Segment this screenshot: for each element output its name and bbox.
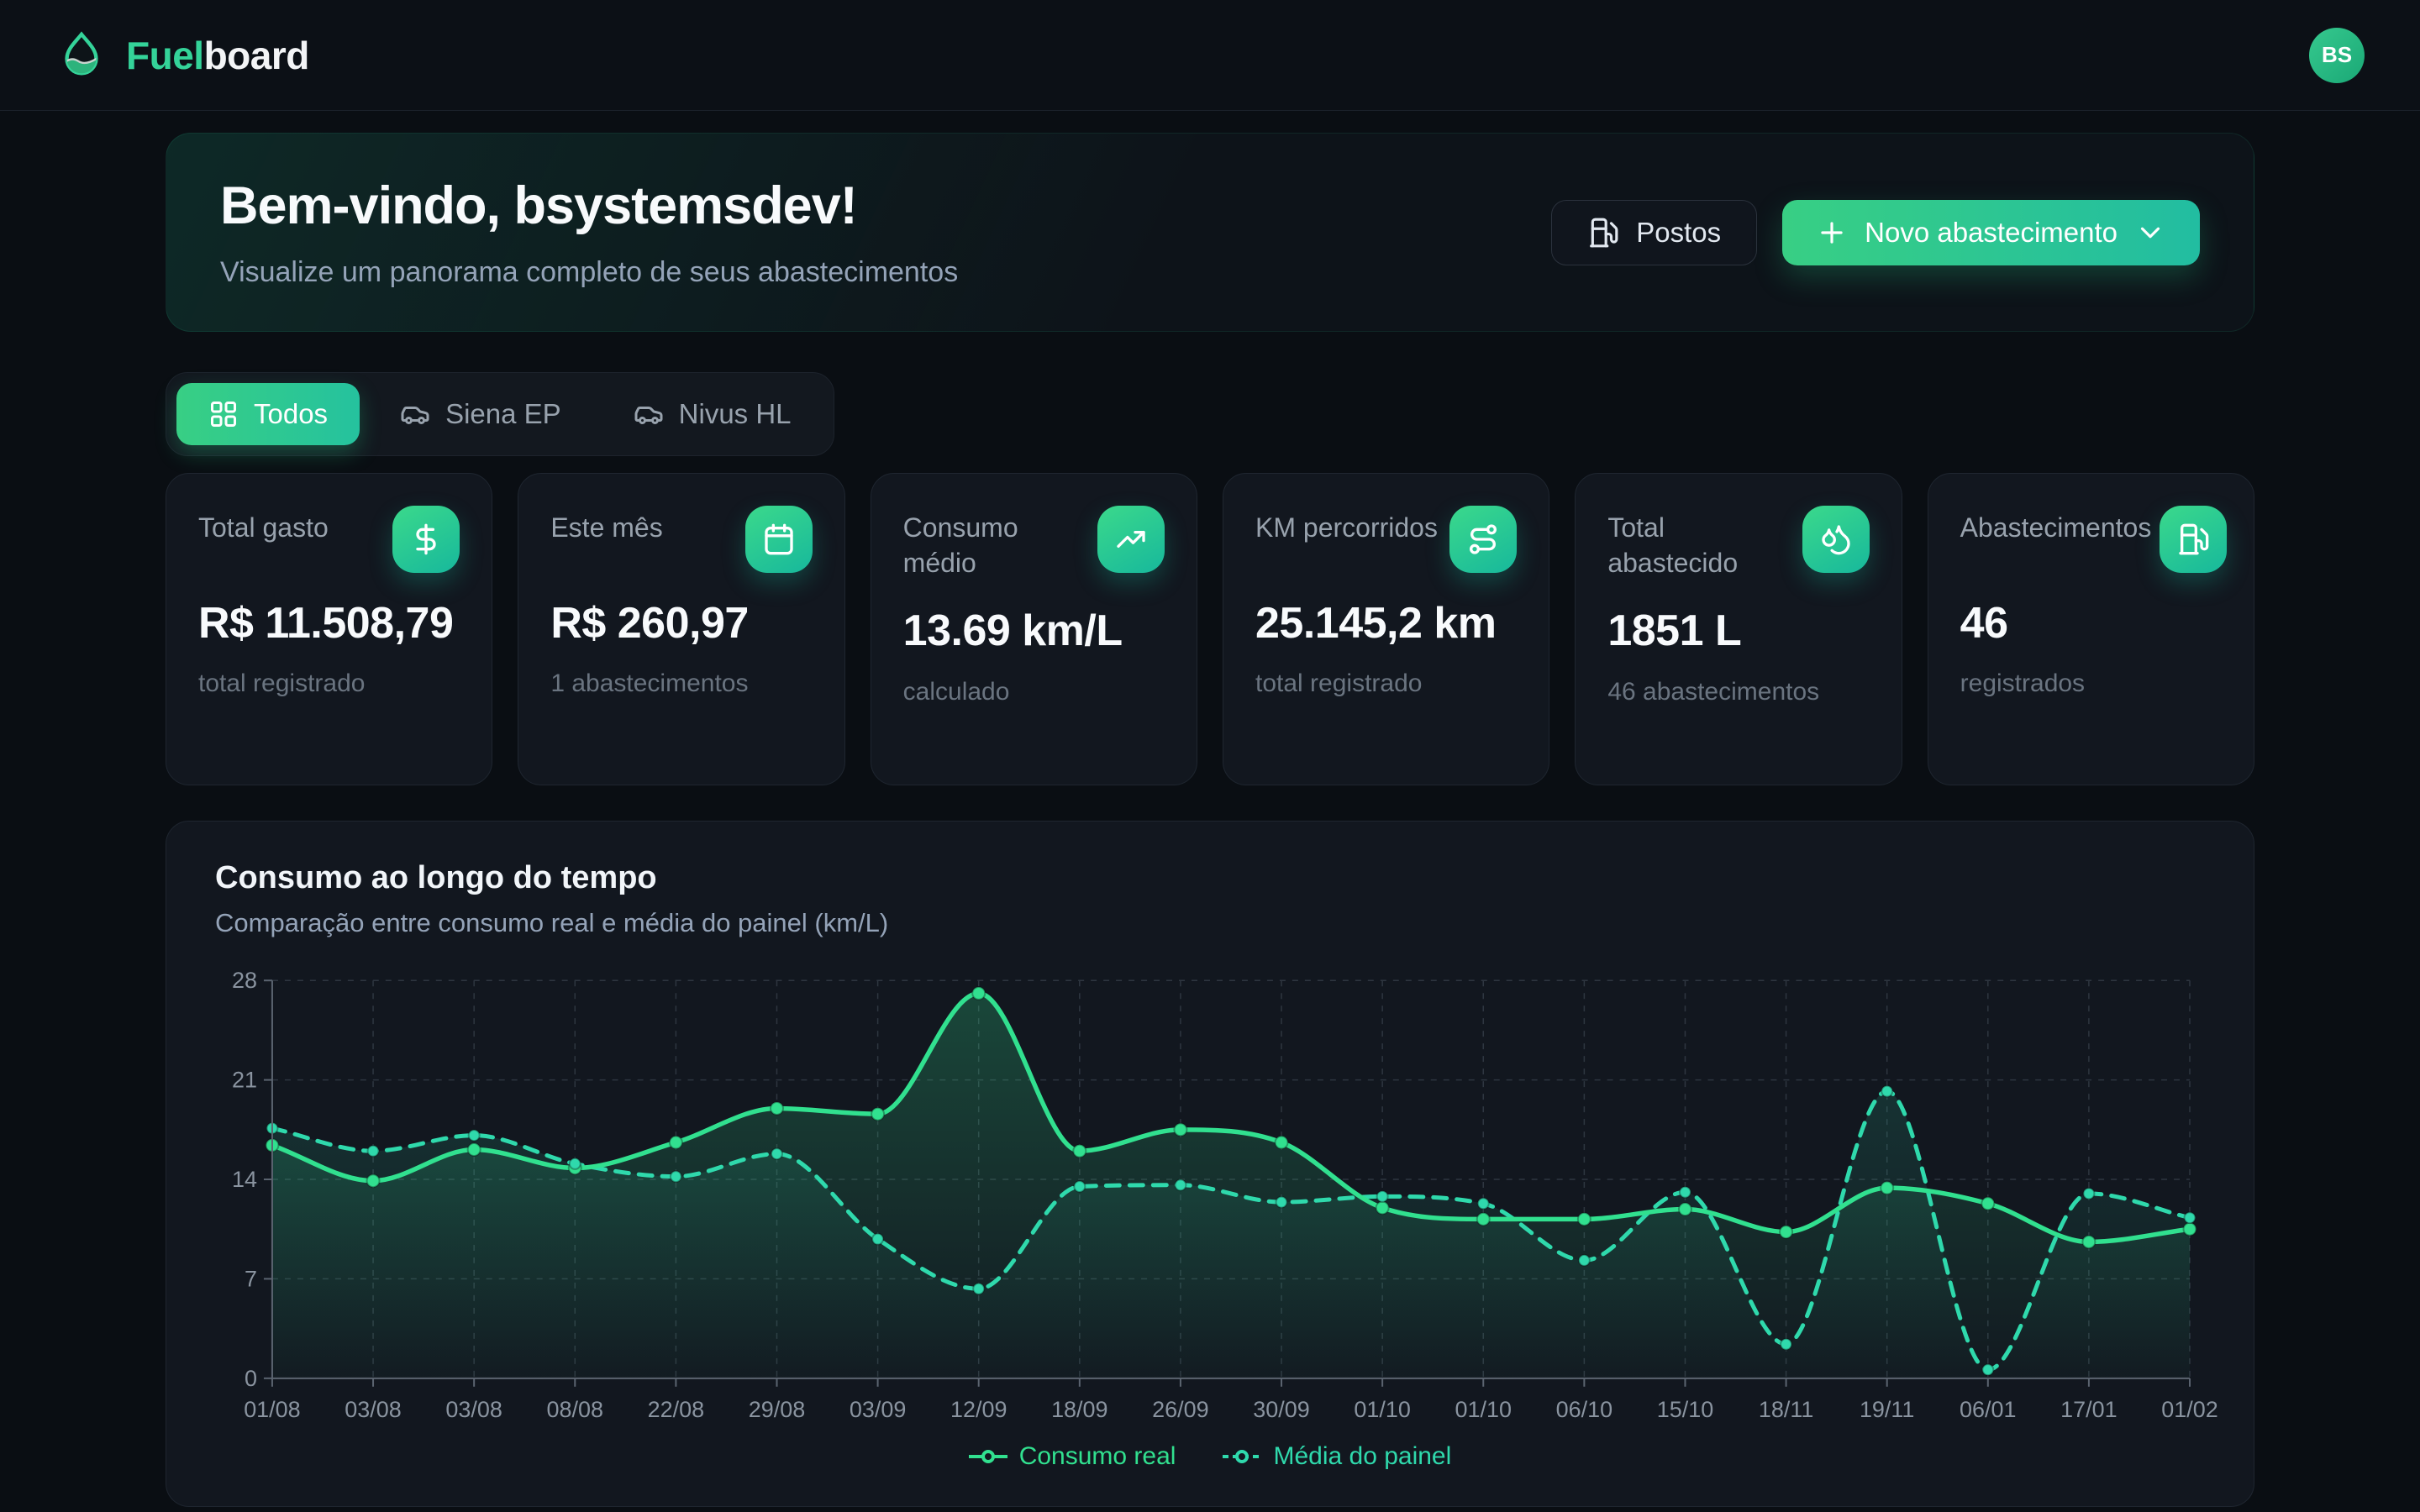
stats-row: Total gasto R$ 11.508,79 total registrad… [166,473,2254,785]
svg-text:08/08: 08/08 [547,1397,604,1422]
stat-title: Abastecimentos [1960,506,2152,546]
welcome-subtitle: Visualize um panorama completo de seus a… [220,256,958,289]
legend-label: Média do painel [1273,1442,1451,1471]
svg-text:0: 0 [245,1366,257,1391]
svg-text:14: 14 [232,1167,257,1192]
svg-text:03/08: 03/08 [445,1397,502,1422]
chart-title: Consumo ao longo do tempo [215,860,2205,896]
stat-card-consumo-medio: Consumo médio 13.69 km/L calculado [871,473,1197,785]
svg-text:21: 21 [232,1068,257,1093]
tab-nivus-hl[interactable]: Nivus HL [602,383,823,445]
stat-card-abastecimentos: Abastecimentos 46 registrados [1928,473,2254,785]
stat-title: Consumo médio [903,506,1089,580]
dollar-sign-icon [392,506,460,573]
main-content: Bem-vindo, bsystemsdev! Visualize um pan… [166,133,2254,1507]
droplets-icon [1802,506,1870,573]
legend-label: Consumo real [1019,1442,1176,1471]
svg-text:19/11: 19/11 [1860,1397,1915,1422]
svg-text:18/11: 18/11 [1759,1397,1814,1422]
fuel-pump-icon [1587,217,1619,249]
tab-label: Todos [254,398,328,430]
stat-title: Total abastecido [1607,506,1793,580]
stat-value: R$ 11.508,79 [198,598,460,649]
trending-up-icon [1097,506,1165,573]
svg-text:01/08: 01/08 [244,1397,300,1422]
new-refuel-button[interactable]: Novo abastecimento [1782,200,2200,265]
stat-card-km-percorridos: KM percorridos 25.145,2 km total registr… [1223,473,1549,785]
banner-actions: Postos Novo abastecimento [1551,200,2200,265]
stat-subtext: calculado [903,678,1165,706]
svg-text:06/10: 06/10 [1556,1397,1613,1422]
app-logo[interactable]: Fuelboard [55,29,309,81]
welcome-title: Bem-vindo, bsystemsdev! [220,176,958,236]
stat-title: Este mês [550,506,662,546]
svg-text:28: 28 [232,968,257,993]
svg-text:01/10: 01/10 [1455,1397,1512,1422]
legend-item-media-painel: Média do painel [1223,1442,1451,1471]
stat-value: 13.69 km/L [903,606,1165,657]
tab-label: Nivus HL [679,398,792,430]
stat-value: 1851 L [1607,606,1869,657]
droplet-icon [55,29,108,81]
chart-legend: Consumo real Média do painel [215,1442,2205,1471]
chart-plot-area: 0 7 14 21 28 01/08 03/08 03/08 08/08 22/08 29/08 03… [215,963,2205,1431]
car-icon [400,399,430,429]
svg-text:22/08: 22/08 [648,1397,705,1422]
route-icon [1449,506,1517,573]
consumption-line-chart: 0 7 14 21 28 01/08 03/08 03/08 08/08 22/08 29/08 03… [215,963,2205,1431]
stat-subtext: total registrado [1255,669,1517,698]
svg-text:03/08: 03/08 [345,1397,402,1422]
svg-text:26/09: 26/09 [1152,1397,1209,1422]
stat-subtext: 1 abastecimentos [550,669,812,698]
tab-label: Siena EP [445,398,561,430]
postos-button-label: Postos [1636,217,1721,249]
svg-text:03/09: 03/09 [850,1397,907,1422]
svg-text:12/09: 12/09 [950,1397,1007,1422]
chart-subtitle: Comparação entre consumo real e média do… [215,908,2205,938]
stat-title: Total gasto [198,506,329,546]
svg-text:15/10: 15/10 [1657,1397,1714,1422]
consumption-chart-card: Consumo ao longo do tempo Comparação ent… [166,821,2254,1507]
svg-text:01/02: 01/02 [2161,1397,2217,1422]
chevron-down-icon [2134,217,2166,249]
svg-text:29/08: 29/08 [749,1397,806,1422]
stat-subtext: 46 abastecimentos [1607,678,1869,706]
car-icon [634,399,664,429]
plus-icon [1816,217,1848,249]
svg-text:7: 7 [245,1266,257,1291]
app-header: Fuelboard BS [0,0,2420,111]
stat-subtext: registrados [1960,669,2222,698]
tab-siena-ep[interactable]: Siena EP [368,383,593,445]
svg-text:06/01: 06/01 [1960,1397,2017,1422]
fuel-pump-icon [2160,506,2227,573]
postos-button[interactable]: Postos [1551,200,1757,265]
stat-value: 46 [1960,598,2222,649]
stat-value: 25.145,2 km [1255,598,1517,649]
vehicle-filter-tabs: Todos Siena EP Nivus HL [166,372,834,456]
stat-card-este-mes: Este mês R$ 260,97 1 abastecimentos [518,473,844,785]
svg-text:01/10: 01/10 [1354,1397,1411,1422]
user-avatar[interactable]: BS [2309,28,2365,83]
brand-name: Fuelboard [126,33,309,78]
welcome-banner: Bem-vindo, bsystemsdev! Visualize um pan… [166,133,2254,332]
stat-value: R$ 260,97 [550,598,812,649]
svg-text:17/01: 17/01 [2060,1397,2118,1422]
line-dot-marker-icon [969,1448,1007,1465]
stat-card-total-gasto: Total gasto R$ 11.508,79 total registrad… [166,473,492,785]
calendar-icon [745,506,813,573]
tab-todos[interactable]: Todos [176,383,360,445]
svg-text:30/09: 30/09 [1253,1397,1310,1422]
svg-text:18/09: 18/09 [1051,1397,1108,1422]
dashed-line-dot-marker-icon [1223,1448,1261,1465]
stat-card-total-abastecido: Total abastecido 1851 L 46 abastecimento… [1575,473,1902,785]
grid-icon [208,399,239,429]
legend-item-consumo-real: Consumo real [969,1442,1176,1471]
stat-title: KM percorridos [1255,506,1438,546]
stat-subtext: total registrado [198,669,460,698]
new-refuel-button-label: Novo abastecimento [1865,217,2118,249]
